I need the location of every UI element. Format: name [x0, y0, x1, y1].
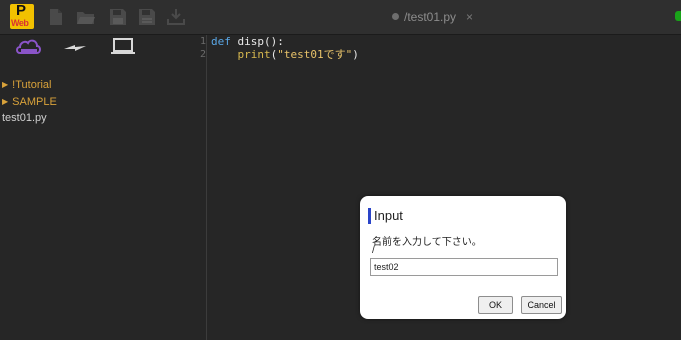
logo-sub: Web: [11, 18, 29, 28]
tree-folder-sample[interactable]: ▶ SAMPLE: [2, 93, 57, 110]
expand-arrow-icon[interactable]: ▶: [2, 97, 8, 106]
save-as-icon[interactable]: [137, 8, 157, 26]
dialog-path: /: [372, 245, 375, 256]
code-punct: ():: [264, 35, 284, 48]
line-number-gutter: 1 2: [198, 35, 207, 340]
open-folder-icon[interactable]: [76, 8, 96, 26]
tree-label: SAMPLE: [12, 96, 57, 108]
save-icon[interactable]: [108, 8, 128, 26]
line-number: 2: [199, 49, 206, 60]
download-icon[interactable]: [166, 8, 186, 26]
string-literal: "test01です": [277, 48, 353, 61]
code-punct: ): [352, 48, 359, 61]
new-file-icon[interactable]: [46, 8, 66, 26]
tree-folder-tutorial[interactable]: ▶ !Tutorial: [2, 76, 57, 93]
cloud-icon[interactable]: [16, 37, 42, 60]
keyword: def: [211, 35, 231, 48]
input-dialog: Input 名前を入力して下さい。 / OK Cancel: [360, 196, 566, 319]
builtin-name: print: [237, 48, 271, 61]
ok-button[interactable]: OK: [478, 296, 513, 314]
toolbar: P Web /test01.py ×: [0, 0, 681, 35]
tree-file-test01[interactable]: test01.py: [2, 110, 57, 127]
dialog-title: Input: [368, 208, 403, 224]
transfer-icon[interactable]: [63, 41, 87, 60]
file-tree: ▶ !Tutorial ▶ SAMPLE test01.py: [2, 76, 57, 127]
laptop-icon[interactable]: [110, 38, 136, 61]
code-line: print("test01です"): [211, 48, 681, 61]
tab-test01[interactable]: /test01.py ×: [392, 10, 473, 26]
cancel-button[interactable]: Cancel: [521, 296, 562, 314]
name-input[interactable]: [370, 258, 558, 276]
tab-label: /test01.py: [404, 10, 457, 24]
dialog-message: 名前を入力して下さい。: [372, 237, 482, 248]
unsaved-dot-icon: [392, 13, 399, 20]
tree-label: !Tutorial: [12, 79, 52, 91]
status-indicator: [675, 11, 681, 21]
code-line: def disp():: [211, 35, 681, 48]
tree-label: test01.py: [2, 112, 47, 124]
tab-close-icon[interactable]: ×: [466, 10, 473, 24]
logo-letter: P: [16, 4, 27, 19]
app-logo[interactable]: P Web: [10, 4, 34, 29]
expand-arrow-icon[interactable]: ▶: [2, 80, 8, 89]
line-number: 1: [199, 36, 206, 47]
sidebar: ▶ !Tutorial ▶ SAMPLE test01.py: [0, 35, 198, 340]
function-name: disp: [230, 35, 264, 48]
